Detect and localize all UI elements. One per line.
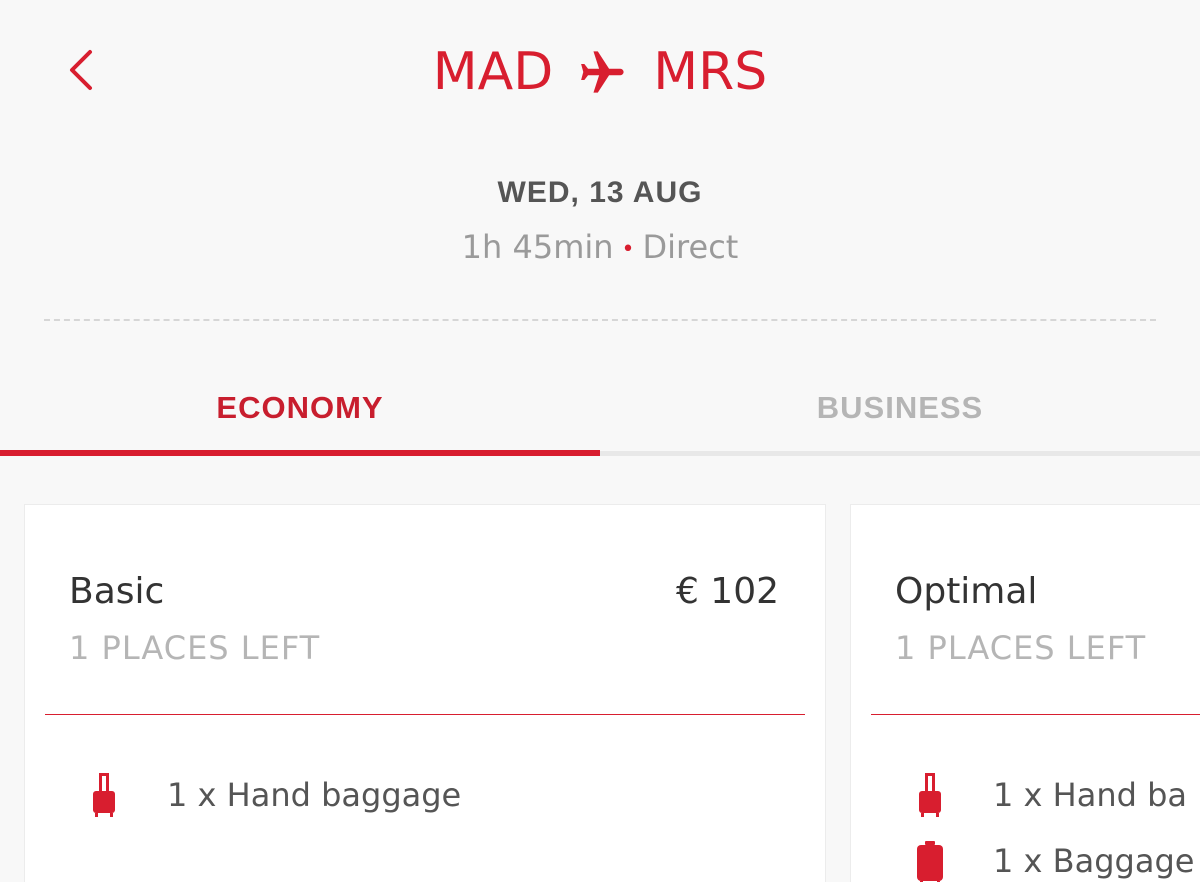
- suitcase-icon: [917, 841, 943, 882]
- flight-stops: Direct: [642, 228, 739, 266]
- airplane-icon: [581, 51, 624, 93]
- dashed-divider: [44, 319, 1156, 321]
- fare-card-basic[interactable]: Basic € 102 1 PLACES LEFT 1 x Hand bagga…: [24, 504, 826, 882]
- origin-code: MAD: [432, 42, 554, 102]
- hand-luggage-icon: [93, 773, 115, 817]
- card-divider: [871, 714, 1200, 715]
- places-left: 1 PLACES LEFT: [895, 629, 1147, 667]
- cabin-tabs: ECONOMY BUSINESS: [0, 380, 1200, 456]
- flight-date: WED, 13 AUG: [497, 176, 703, 209]
- flight-duration: 1h 45min: [461, 228, 614, 266]
- fare-name: Optimal: [895, 571, 1038, 612]
- tab-economy[interactable]: ECONOMY: [0, 380, 600, 456]
- tab-business[interactable]: BUSINESS: [600, 380, 1200, 456]
- destination-code: MRS: [653, 42, 768, 102]
- feature-item: 1 x Hand ba: [915, 771, 1187, 819]
- flight-fare-screen: MAD MRS WED, 13 AUG 1h 45min • Direct ECON…: [0, 0, 1200, 882]
- tab-active-indicator: [0, 450, 600, 456]
- feature-item: 1 x Hand baggage: [89, 771, 461, 819]
- feature-label: 1 x Hand ba: [993, 776, 1187, 814]
- places-left: 1 PLACES LEFT: [69, 629, 321, 667]
- route-title: MAD MRS: [0, 40, 1200, 104]
- hand-luggage-icon: [919, 773, 941, 817]
- feature-label: 1 x Baggage: [993, 842, 1195, 880]
- card-divider: [45, 714, 805, 715]
- feature-label: 1 x Hand baggage: [167, 776, 462, 814]
- fare-price: € 102: [675, 571, 779, 612]
- separator-dot: •: [621, 236, 635, 262]
- flight-meta: 1h 45min • Direct: [0, 228, 1200, 266]
- fare-card-optimal[interactable]: Optimal 1 PLACES LEFT 1 x Hand ba 1 x Ba…: [850, 504, 1200, 882]
- feature-item: 1 x Baggage: [915, 837, 1194, 882]
- fare-name: Basic: [69, 571, 165, 612]
